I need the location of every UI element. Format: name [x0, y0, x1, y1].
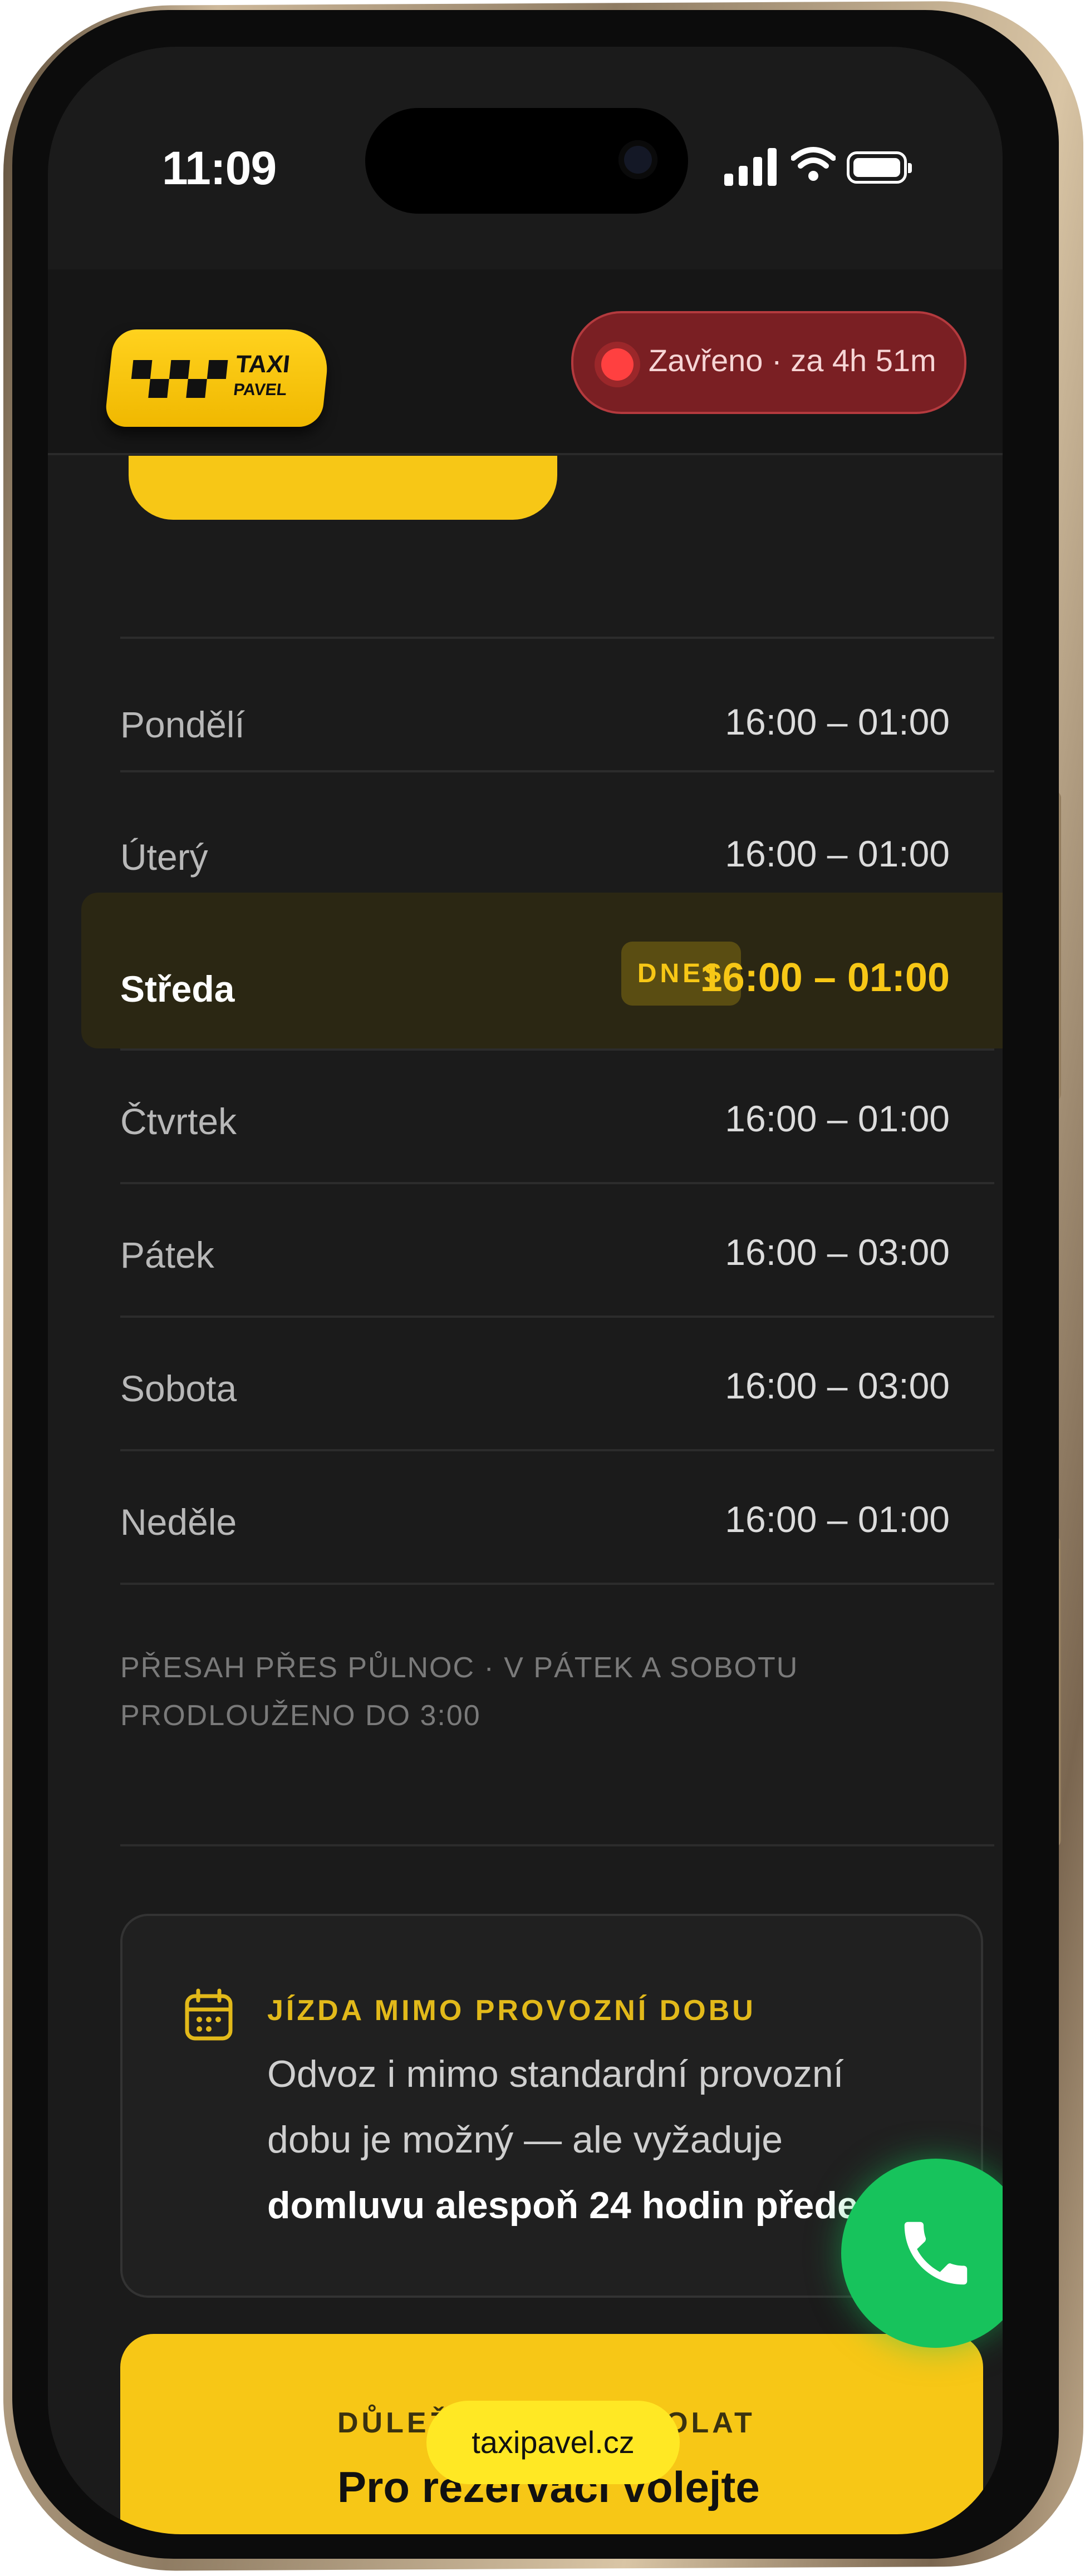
phone-bezel: 11:09 TAXI PAVEL Zavřeno · za 4h 51m Pon…: [12, 10, 1059, 2559]
yellow-tab-edge: [129, 456, 557, 520]
today-hours-value: 16:00 – 01:00: [700, 955, 950, 1000]
row-divider: [120, 1316, 994, 1318]
hours-value: 16:00 – 01:00: [725, 701, 950, 742]
row-divider: [120, 1182, 994, 1184]
status-time: 11:09: [162, 142, 277, 194]
open-status-text: Zavřeno · za 4h 51m: [649, 343, 936, 378]
wifi-icon: [791, 147, 836, 181]
logo-line1: TAXI: [234, 351, 292, 378]
status-icons: [724, 141, 947, 191]
row-divider: [120, 1583, 994, 1585]
closed-dot-icon: [601, 348, 634, 381]
body-line2: dobu je možný — ale vyžaduje: [267, 2119, 783, 2161]
section-divider: [120, 1844, 994, 1846]
note-line1: PŘESAH PŘES PŮLNOC · V PÁTEK A SOBOTU: [120, 1652, 799, 1684]
phone-icon: [904, 2222, 968, 2285]
day-label: Neděle: [120, 1501, 237, 1543]
body-line1: Odvoz i mimo standardní provozní: [267, 2053, 844, 2095]
hours-value: 16:00 – 03:00: [725, 1232, 950, 1273]
off-hours-body: Odvoz i mimo standardní provozní dobu je…: [267, 2041, 935, 2238]
battery-icon: [847, 151, 912, 184]
hours-value: 16:00 – 01:00: [725, 1098, 950, 1139]
logo-line2: PAVEL: [232, 381, 288, 399]
day-label: Sobota: [120, 1368, 237, 1409]
taxi-pavel-logo[interactable]: TAXI PAVEL: [104, 329, 332, 427]
off-hours-title: JÍZDA MIMO PROVOZNÍ DOBU: [267, 1994, 756, 2027]
hours-note: PŘESAH PŘES PŮLNOC · V PÁTEK A SOBOTU PR…: [120, 1644, 844, 1740]
row-divider: [120, 1048, 994, 1051]
row-divider: [120, 1449, 994, 1451]
hours-value: 16:00 – 01:00: [725, 833, 950, 874]
note-line2: PRODLOUŽENO DO 3:00: [120, 1700, 481, 1732]
open-status-badge: Zavřeno · za 4h 51m: [571, 311, 966, 414]
row-divider: [120, 770, 994, 772]
logo-text: TAXI PAVEL: [232, 351, 292, 403]
day-label: Pátek: [120, 1234, 214, 1275]
day-label: Úterý: [120, 836, 208, 878]
day-label: Pondělí: [120, 704, 245, 745]
screen: 11:09 TAXI PAVEL Zavřeno · za 4h 51m Pon…: [48, 47, 1003, 2534]
body-bold: domluvu alespoň 24 hodin předem: [267, 2184, 892, 2227]
today-day-label: Středa: [120, 968, 235, 1009]
site-header: TAXI PAVEL Zavřeno · za 4h 51m: [48, 269, 1003, 455]
hours-value: 16:00 – 03:00: [725, 1365, 950, 1406]
url-text: taxipavel.cz: [472, 2425, 635, 2460]
camera-icon: [618, 140, 657, 179]
browser-url-pill[interactable]: taxipavel.cz: [426, 2401, 680, 2484]
dynamic-island: [365, 108, 688, 214]
day-label: Čtvrtek: [120, 1101, 237, 1142]
checker-icon: [129, 360, 228, 405]
calendar-icon: [185, 1988, 233, 2041]
hours-value: 16:00 – 01:00: [725, 1499, 950, 1540]
hours-divider: [120, 637, 994, 639]
